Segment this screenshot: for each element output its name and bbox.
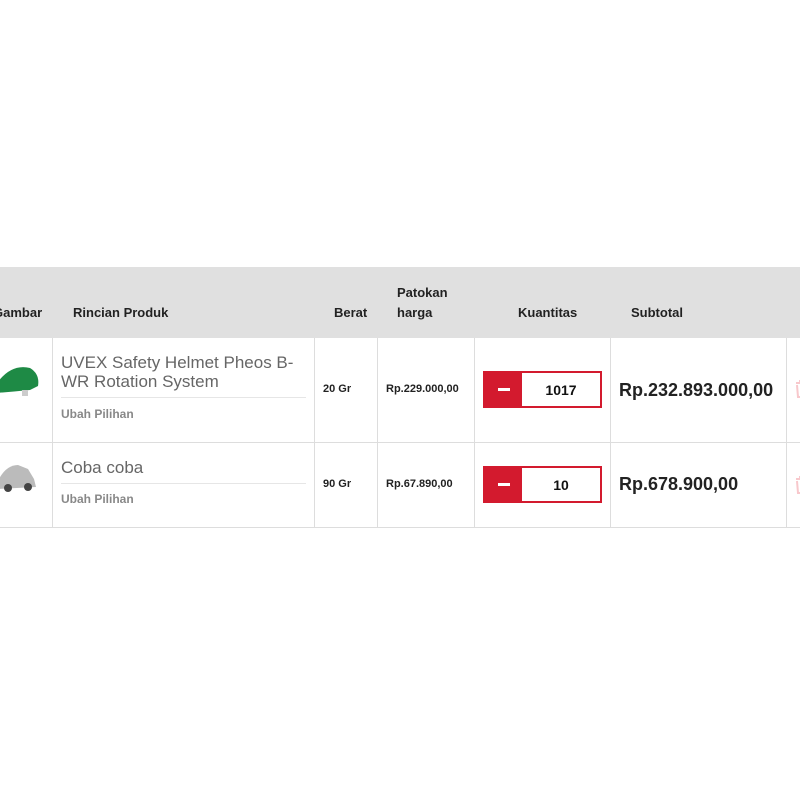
decrease-button[interactable] [485,468,522,501]
product-name[interactable]: Coba coba [61,458,306,484]
col-rincian: Rincian Produk [73,305,169,320]
quantity-stepper: 10 [483,466,602,503]
col-subtotal: Subtotal [631,305,683,320]
trash-icon[interactable] [795,380,800,398]
quantity-stepper: 1017 [483,371,602,408]
harga: Rp.67.890,00 [386,478,453,490]
quantity-input[interactable]: 10 [522,468,600,501]
table-row: UVEX Safety Helmet Pheos B-WR Rotation S… [0,338,800,443]
ubah-pilihan-link[interactable]: Ubah Pilihan [61,492,134,506]
berat: 20 Gr [323,383,352,395]
col-kuantitas: Kuantitas [518,305,578,320]
trash-icon[interactable] [795,476,800,494]
product-image [0,338,53,442]
car-image [0,465,36,492]
table-header: Gambar Rincian Produk Berat Patokan harg… [0,267,800,338]
product-image [0,443,53,527]
subtotal: Rp.232.893.000,00 [619,380,774,400]
decrease-button[interactable] [485,373,522,406]
minus-icon [497,483,510,486]
col-patokan: Patokan harga [397,285,448,320]
quantity-input[interactable]: 1017 [522,373,600,406]
col-berat: Berat [334,305,368,320]
table-row: Coba coba Ubah Pilihan 90 Gr Rp.67.890,0… [0,443,800,528]
harga: Rp.229.000,00 [386,383,459,395]
col-gambar: Gambar [0,305,43,320]
helmet-image [0,367,39,396]
berat: 90 Gr [323,478,352,490]
product-name[interactable]: UVEX Safety Helmet Pheos B-WR Rotation S… [61,353,306,398]
minus-icon [497,388,510,391]
ubah-pilihan-link[interactable]: Ubah Pilihan [61,407,134,421]
subtotal: Rp.678.900,00 [619,474,739,494]
